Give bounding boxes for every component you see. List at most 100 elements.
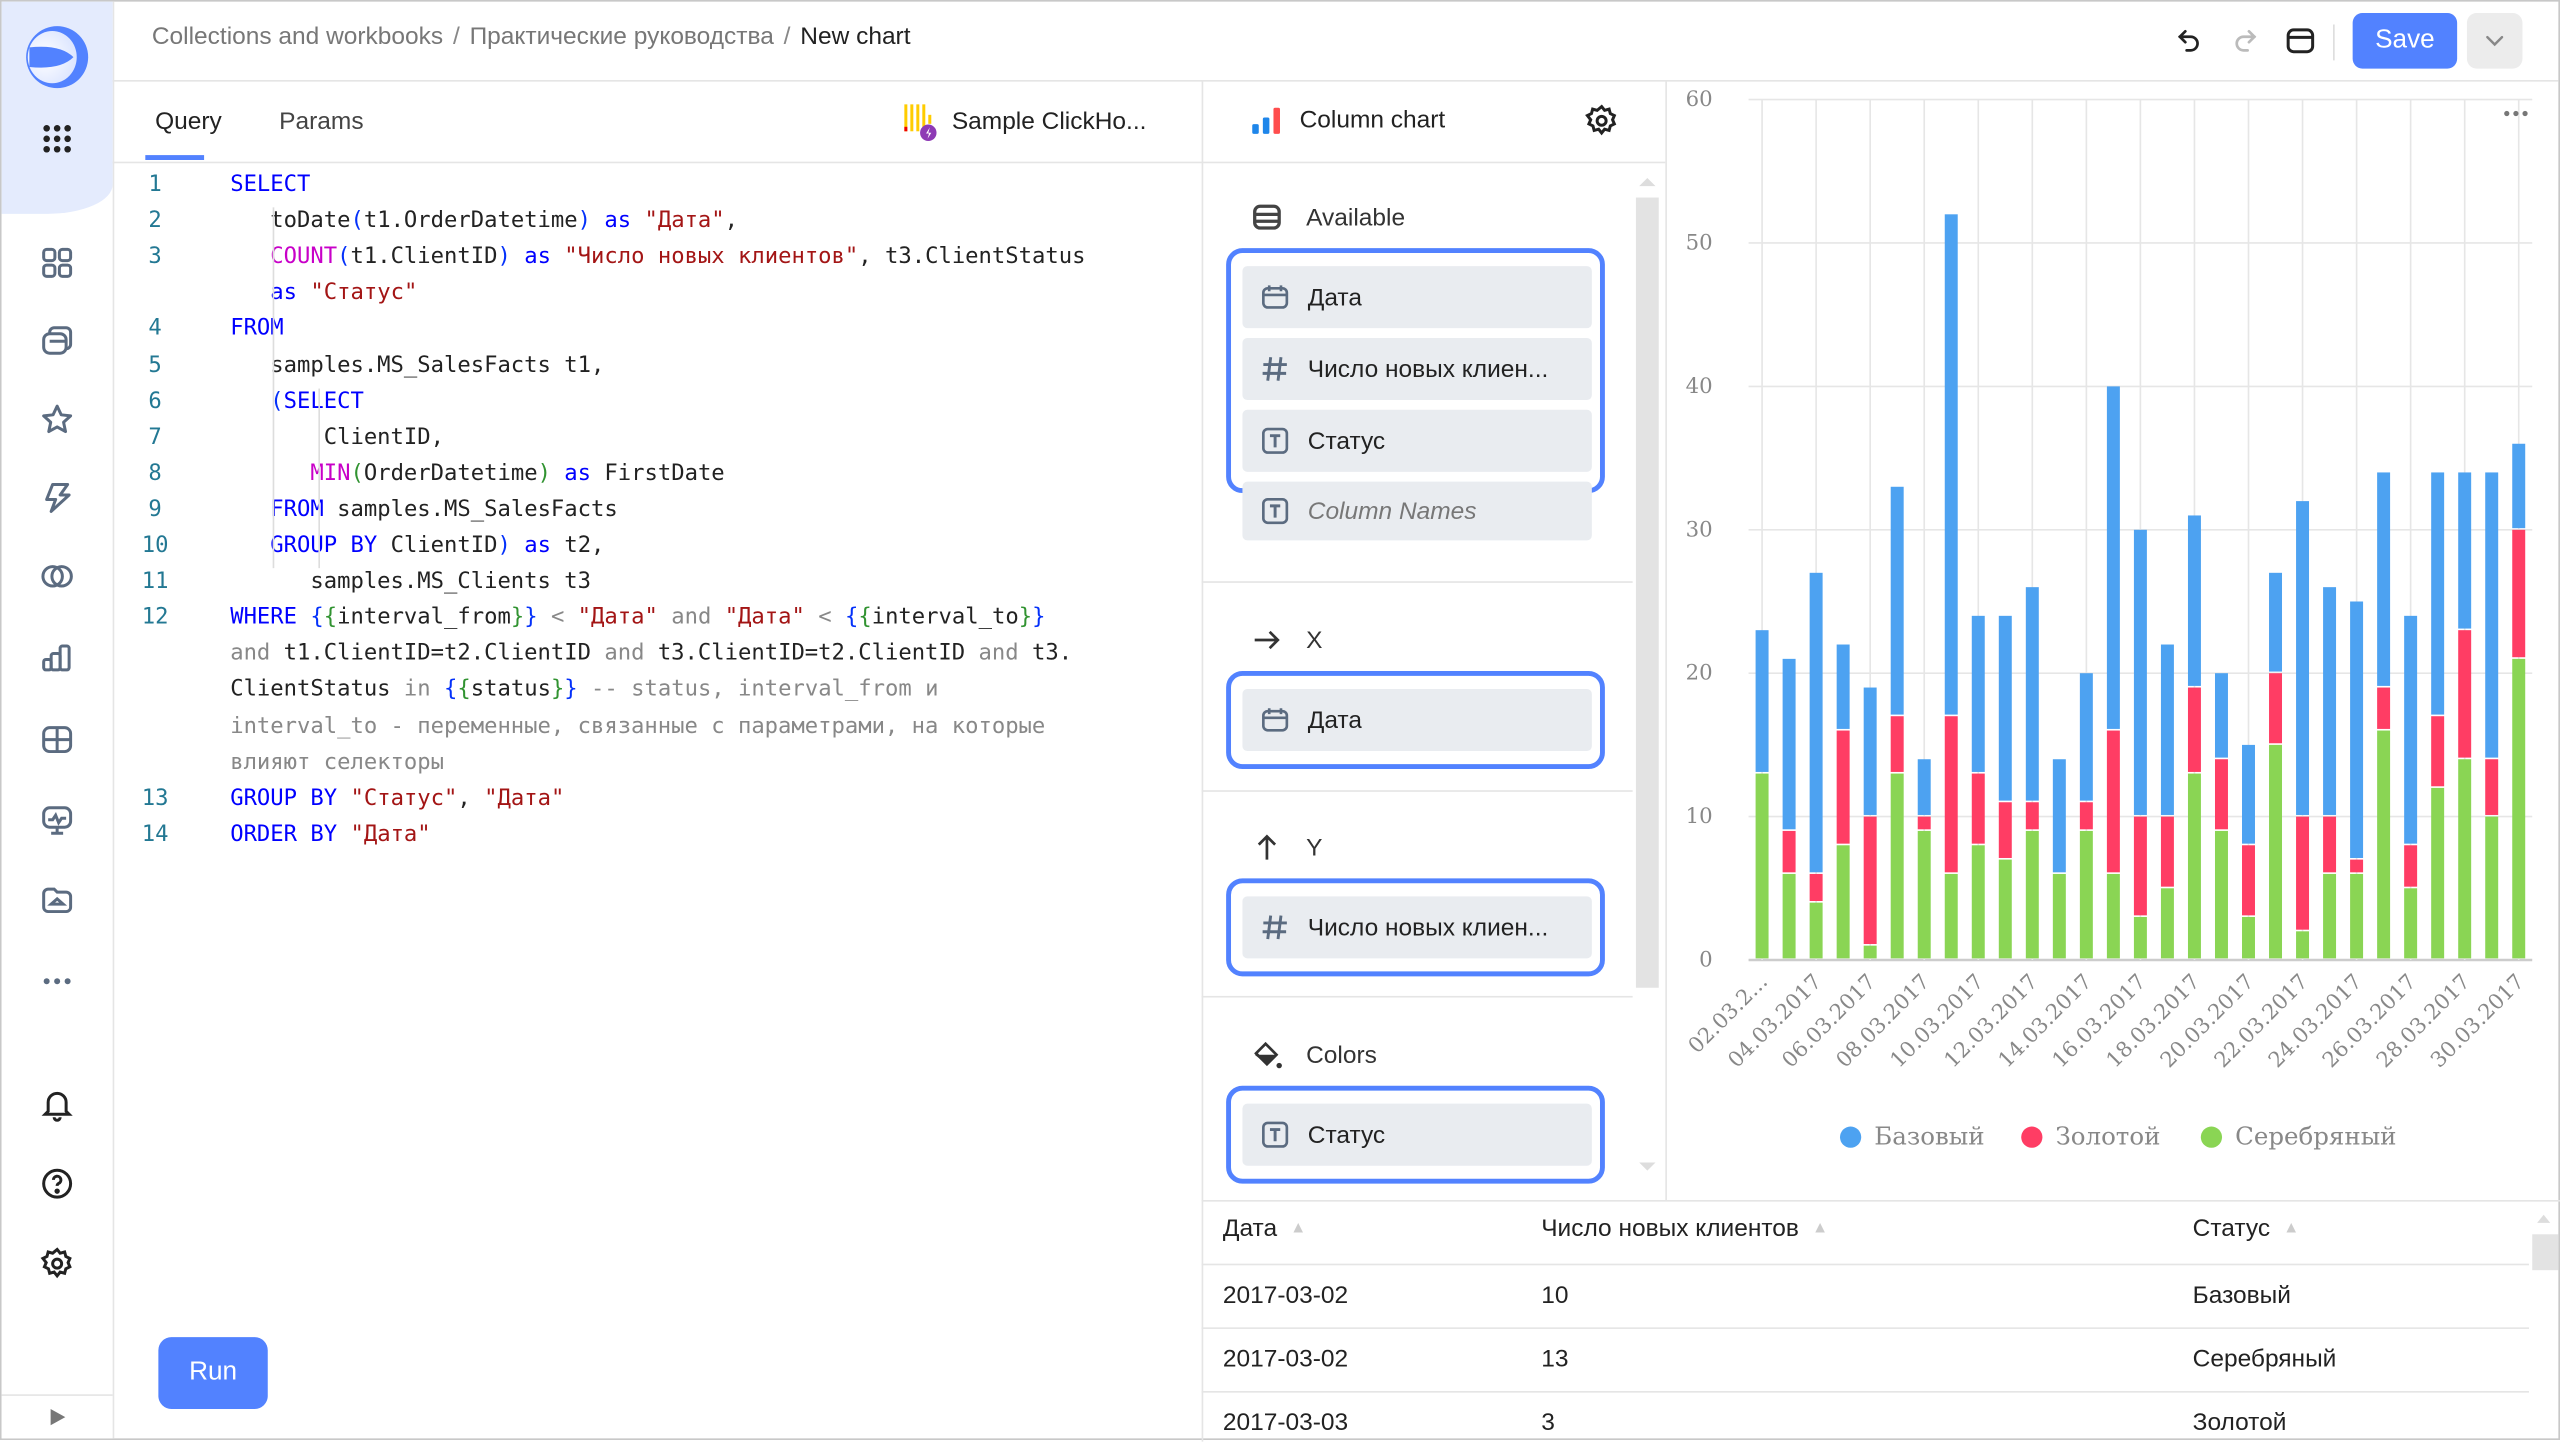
bar-segment[interactable] (2025, 587, 2039, 801)
bar-segment[interactable] (1944, 214, 1958, 715)
bar-segment[interactable] (1944, 873, 1958, 959)
bar-segment[interactable] (1809, 572, 1823, 873)
chart-type-selector[interactable]: Column chart (1251, 103, 1445, 136)
nav-item-help[interactable] (38, 1164, 77, 1203)
nav-item-monitor[interactable] (38, 802, 77, 841)
nav-item-more[interactable] (38, 962, 77, 1001)
run-button[interactable]: Run (158, 1337, 268, 1409)
bar-segment[interactable] (2242, 916, 2255, 959)
tab-params[interactable]: Params (279, 108, 363, 136)
bar-segment[interactable] (2214, 759, 2228, 830)
bar-segment[interactable] (2323, 816, 2337, 873)
nav-item-settings[interactable] (38, 1244, 77, 1283)
bar-segment[interactable] (2404, 615, 2418, 844)
nav-item-quick[interactable] (38, 478, 77, 517)
bar-segment[interactable] (1998, 802, 2012, 858)
bar-segment[interactable] (2485, 759, 2499, 815)
chart-settings-icon[interactable] (1584, 103, 1620, 139)
bar-segment[interactable] (2431, 787, 2445, 959)
bar-segment[interactable] (1809, 902, 1823, 959)
bar-segment[interactable] (2296, 931, 2310, 959)
bar-segment[interactable] (1917, 816, 1931, 830)
bar-segment[interactable] (1971, 773, 1985, 844)
bar-segment[interactable] (2512, 443, 2526, 529)
bar-segment[interactable] (2187, 687, 2201, 772)
bar-segment[interactable] (2025, 830, 2039, 959)
table-row[interactable]: 2017-03-03 3 Золотой (1201, 1391, 2529, 1456)
bar-segment[interactable] (2242, 845, 2255, 916)
bar-segment[interactable] (1782, 873, 1796, 959)
bar-segment[interactable] (1836, 730, 1850, 844)
nav-item-connections[interactable] (38, 557, 77, 596)
table-row[interactable]: 2017-03-02 13 Серебряный (1201, 1327, 2529, 1392)
bar-segment[interactable] (2187, 515, 2201, 686)
bar-segment[interactable] (2187, 773, 2201, 959)
field-column-names[interactable]: Column Names (1242, 481, 1592, 541)
chart-menu-button[interactable] (2503, 96, 2529, 122)
scroll-down-arrow-icon[interactable] (1638, 1161, 1658, 1174)
bar-segment[interactable] (2350, 601, 2364, 858)
bar-segment[interactable] (2160, 888, 2174, 959)
table-row[interactable]: 2017-03-02 10 Базовый (1201, 1263, 2529, 1329)
bar-segment[interactable] (1836, 644, 1850, 729)
bar-segment[interactable] (2431, 716, 2445, 787)
breadcrumb-item-workbook[interactable]: Практические руководства (470, 23, 774, 51)
nav-item-charts[interactable] (38, 638, 77, 677)
bar-segment[interactable] (1890, 773, 1904, 959)
bar-segment[interactable] (2296, 501, 2310, 815)
bar-segment[interactable] (1809, 873, 1823, 902)
bar-segment[interactable] (1863, 945, 1877, 959)
save-options-button[interactable] (2466, 13, 2523, 69)
bar-segment[interactable] (1863, 687, 1877, 815)
nav-item-dashboard[interactable] (38, 243, 77, 282)
bar-segment[interactable] (2242, 744, 2255, 844)
bar-segment[interactable] (1944, 716, 1958, 873)
field-new-clients[interactable]: Число новых клиен... (1242, 337, 1592, 400)
legend-item-basic[interactable]: Базовый (1839, 1122, 1985, 1151)
bar-segment[interactable] (2350, 859, 2364, 873)
bar-segment[interactable] (2106, 730, 2120, 873)
table-scroll-thumb[interactable] (2532, 1234, 2559, 1271)
breadcrumb-item-collections[interactable]: Collections and workbooks (152, 23, 443, 51)
bar-segment[interactable] (1755, 630, 1769, 772)
bar-segment[interactable] (2269, 744, 2283, 959)
bar-segment[interactable] (2458, 630, 2472, 758)
bar-segment[interactable] (1782, 830, 1796, 873)
bar-segment[interactable] (2377, 730, 2391, 959)
tab-query[interactable]: Query (155, 108, 222, 136)
redo-button[interactable] (2225, 21, 2264, 60)
column-header-new-clients[interactable]: Число новых клиентов ▲ (1541, 1215, 1828, 1243)
field-status[interactable]: Статус (1242, 409, 1592, 472)
bar-segment[interactable] (2079, 802, 2093, 830)
legend-item-gold[interactable]: Золотой (2021, 1122, 2160, 1151)
bar-segment[interactable] (2323, 587, 2337, 815)
bar-segment[interactable] (2377, 687, 2391, 729)
bar-segment[interactable] (2133, 816, 2147, 916)
y-field-new-clients[interactable]: Число новых клиен... (1242, 896, 1592, 959)
save-button[interactable]: Save (2352, 13, 2458, 69)
bar-segment[interactable] (2377, 472, 2391, 686)
layout-button[interactable] (2281, 21, 2320, 60)
bar-segment[interactable] (2512, 529, 2526, 658)
bar-segment[interactable] (2269, 673, 2283, 744)
bar-segment[interactable] (2512, 658, 2526, 959)
bar-segment[interactable] (2106, 386, 2120, 729)
bar-segment[interactable] (2079, 830, 2093, 959)
bar-segment[interactable] (2052, 873, 2066, 959)
column-header-status[interactable]: Статус ▲ (2193, 1215, 2300, 1243)
bar-segment[interactable] (2079, 673, 2093, 801)
bar-segment[interactable] (1971, 615, 1985, 772)
bar-segment[interactable] (2133, 529, 2147, 815)
bar-segment[interactable] (1890, 716, 1904, 772)
bar-segment[interactable] (2106, 873, 2120, 959)
bar-segment[interactable] (1917, 759, 1931, 815)
bar-segment[interactable] (2214, 830, 2228, 959)
bar-segment[interactable] (1998, 859, 2012, 959)
wizard-scroll-thumb[interactable] (1635, 197, 1659, 988)
bar-segment[interactable] (1890, 486, 1904, 715)
bar-segment[interactable] (2431, 472, 2445, 715)
scroll-up-arrow-icon[interactable] (2536, 1211, 2552, 1224)
bar-segment[interactable] (2160, 816, 2174, 887)
bar-segment[interactable] (2025, 802, 2039, 830)
nav-item-notifications[interactable] (38, 1086, 77, 1125)
